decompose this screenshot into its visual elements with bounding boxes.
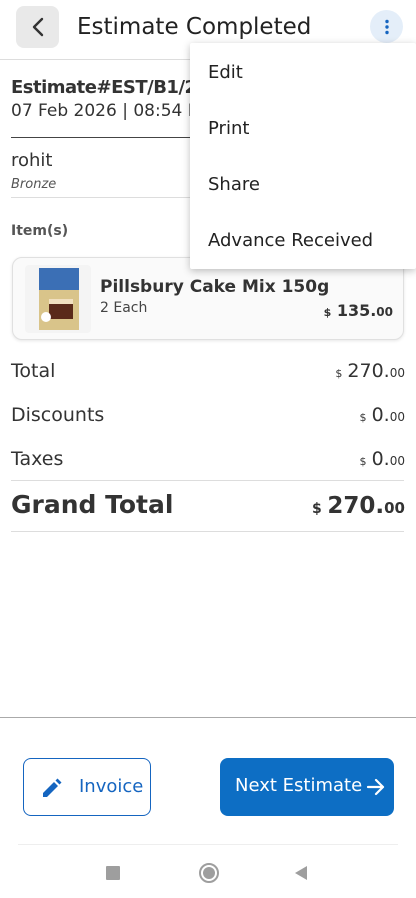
item-name: Pillsbury Cake Mix 150g xyxy=(100,277,330,297)
item-price: $ 135.00 xyxy=(323,301,393,320)
menu-item-share[interactable]: Share xyxy=(190,155,416,211)
currency-symbol: $ xyxy=(323,306,332,319)
chevron-left-icon xyxy=(32,17,43,37)
customer-tier: Bronze xyxy=(11,177,57,192)
grand-total-label: Grand Total xyxy=(11,490,174,519)
taxes-amount: $ 0.00 xyxy=(359,448,405,470)
estimate-date: 07 Feb 2026 | 08:54 P xyxy=(11,101,198,121)
customer-name: rohit xyxy=(11,150,53,171)
options-menu: Edit Print Share Advance Received xyxy=(190,43,416,269)
discounts-label: Discounts xyxy=(11,404,105,426)
menu-item-print[interactable]: Print xyxy=(190,99,416,155)
arrow-right-icon xyxy=(366,778,385,796)
grand-total-amount: $ 270.00 xyxy=(312,493,405,519)
more-options-button[interactable] xyxy=(370,10,403,43)
system-navigation-bar xyxy=(0,858,416,888)
next-estimate-label: Next Estimate xyxy=(235,775,363,796)
page-title: Estimate Completed xyxy=(77,14,312,40)
menu-item-edit[interactable]: Edit xyxy=(190,43,416,99)
pencil-icon xyxy=(43,778,62,797)
divider xyxy=(0,717,416,718)
menu-item-advance-received[interactable]: Advance Received xyxy=(190,211,416,267)
total-amount: $ 270.00 xyxy=(335,360,405,382)
divider xyxy=(18,844,398,845)
more-vertical-icon xyxy=(384,19,389,34)
back-button[interactable] xyxy=(16,6,59,48)
home-icon[interactable] xyxy=(198,862,220,884)
invoice-button[interactable]: Invoice xyxy=(23,758,151,816)
product-thumbnail xyxy=(25,265,91,333)
back-nav-icon[interactable] xyxy=(294,865,308,881)
estimate-number: Estimate#EST/B1/20/ xyxy=(11,77,215,98)
item-quantity: 2 Each xyxy=(100,300,148,316)
total-label: Total xyxy=(11,360,56,382)
invoice-button-label: Invoice xyxy=(79,776,144,797)
taxes-label: Taxes xyxy=(11,448,64,470)
next-estimate-button[interactable]: Next Estimate xyxy=(220,758,394,816)
item-card[interactable]: Pillsbury Cake Mix 150g 2 Each $ 135.00 xyxy=(12,257,404,340)
discounts-amount: $ 0.00 xyxy=(359,404,405,426)
items-section-label: Item(s) xyxy=(11,223,69,239)
divider xyxy=(11,480,404,481)
divider xyxy=(11,531,404,532)
recents-icon[interactable] xyxy=(106,866,120,880)
